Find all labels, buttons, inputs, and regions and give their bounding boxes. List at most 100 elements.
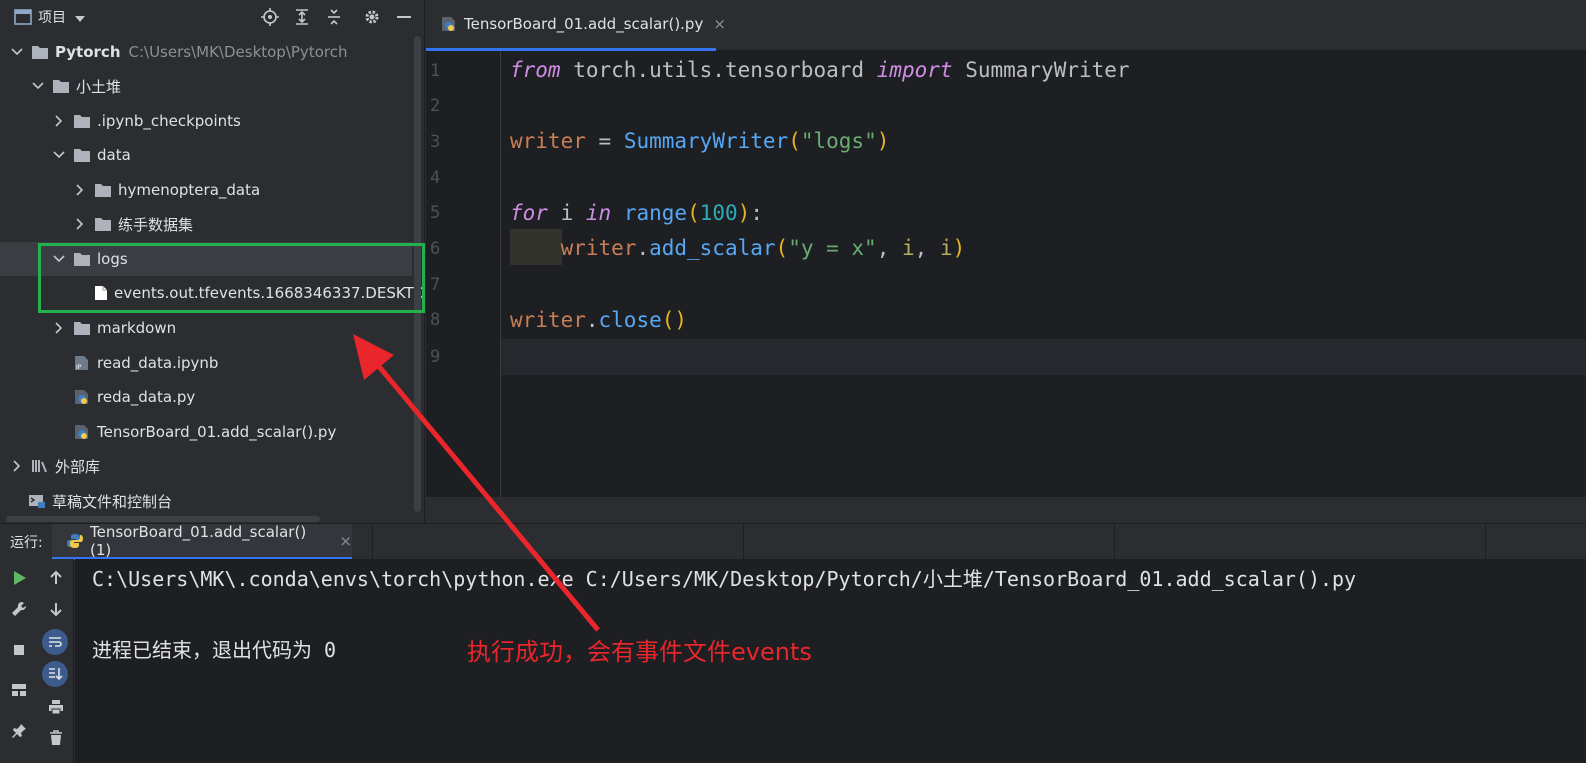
folder-icon bbox=[73, 113, 91, 129]
variable: writer bbox=[510, 129, 586, 153]
expand-all-icon[interactable] bbox=[289, 5, 315, 29]
tree-horizontal-scrollbar[interactable] bbox=[6, 516, 320, 522]
chevron-down-icon[interactable] bbox=[31, 79, 45, 93]
keyword-for: for bbox=[510, 201, 548, 225]
tree-item-label: 练手数据集 bbox=[118, 215, 194, 234]
paren: ) bbox=[737, 201, 751, 225]
chevron-down-icon[interactable] bbox=[10, 45, 24, 59]
line-number: 4 bbox=[430, 168, 441, 188]
tree-item-tensorboard-py[interactable]: TensorBoard_01.add_scalar().py bbox=[0, 415, 412, 449]
tree-item-label: reda_data.py bbox=[97, 388, 196, 406]
close-icon[interactable]: × bbox=[713, 15, 726, 33]
chevron-right-icon[interactable] bbox=[10, 459, 24, 473]
comma: , bbox=[914, 236, 928, 260]
code-line-5: for i in range(100): bbox=[510, 195, 763, 231]
stop-icon[interactable] bbox=[6, 637, 32, 663]
tree-item-practice-dataset[interactable]: 练手数据集 bbox=[0, 207, 412, 241]
trash-icon[interactable] bbox=[43, 725, 69, 751]
collapse-all-icon[interactable] bbox=[321, 5, 347, 29]
project-window-icon bbox=[14, 9, 32, 25]
operator: = bbox=[598, 129, 612, 153]
annotation-text: 执行成功，会有事件文件events bbox=[467, 638, 812, 666]
chevron-down-icon[interactable] bbox=[52, 148, 66, 162]
tree-item-label: 小土堆 bbox=[76, 77, 122, 96]
line-number: 7 bbox=[430, 275, 441, 295]
close-icon[interactable]: × bbox=[339, 532, 352, 550]
tree-item-label: Pytorch bbox=[55, 43, 121, 61]
tree-item-path: C:\Users\MK\Desktop\Pytorch bbox=[128, 43, 348, 61]
line-number: 2 bbox=[430, 96, 441, 116]
tree-item-label: 草稿文件和控制台 bbox=[52, 492, 173, 511]
keyword-in: in bbox=[585, 201, 612, 225]
line-number: 1 bbox=[430, 61, 441, 81]
python-file-icon bbox=[440, 16, 458, 32]
scroll-to-end-icon[interactable] bbox=[42, 661, 68, 687]
tree-item-label: data bbox=[97, 146, 131, 164]
hide-panel-icon[interactable] bbox=[391, 5, 417, 29]
gutter-divider bbox=[500, 51, 501, 497]
arrow-down-icon[interactable] bbox=[43, 596, 69, 622]
tree-item-label: read_data.ipynb bbox=[97, 354, 219, 372]
keyword-from: from bbox=[510, 58, 561, 82]
paren: ) bbox=[876, 129, 890, 153]
soft-wrap-icon[interactable] bbox=[42, 629, 68, 655]
line-number: 5 bbox=[430, 203, 441, 223]
folder-icon bbox=[73, 147, 91, 163]
code-line-1: from torch.utils.tensorboard import Summ… bbox=[510, 52, 1130, 88]
editor-tab-label: TensorBoard_01.add_scalar().py bbox=[464, 15, 704, 33]
layout-icon[interactable] bbox=[6, 677, 32, 703]
tree-item-ipynb-checkpoints[interactable]: .ipynb_checkpoints bbox=[0, 104, 412, 138]
pin-icon[interactable] bbox=[6, 718, 32, 744]
colon: : bbox=[750, 201, 763, 225]
tree-item-label: .ipynb_checkpoints bbox=[97, 112, 241, 130]
tree-item-label: markdown bbox=[97, 319, 177, 337]
tree-item-markdown[interactable]: markdown bbox=[0, 311, 412, 345]
code-line-3: writer = SummaryWriter("logs") bbox=[510, 123, 889, 159]
dot: . bbox=[636, 236, 650, 260]
locate-file-icon[interactable] bbox=[257, 5, 283, 29]
print-icon[interactable] bbox=[43, 694, 69, 720]
editor-tab-tensorboard-py[interactable]: TensorBoard_01.add_scalar().py × bbox=[426, 0, 726, 51]
folder-icon bbox=[52, 78, 70, 94]
tree-item-hymenoptera-data[interactable]: hymenoptera_data bbox=[0, 173, 412, 207]
run-tab[interactable]: TensorBoard_01.add_scalar() (1) × bbox=[52, 523, 352, 560]
library-icon bbox=[31, 458, 49, 474]
tree-item-data[interactable]: data bbox=[0, 138, 412, 172]
tree-item-label: hymenoptera_data bbox=[118, 181, 261, 199]
python-icon bbox=[66, 533, 84, 549]
chevron-right-icon[interactable] bbox=[52, 114, 66, 128]
tree-item-read-data-ipynb[interactable]: IP read_data.ipynb bbox=[0, 346, 412, 380]
comma: , bbox=[876, 236, 890, 260]
tree-item-reda-data-py[interactable]: reda_data.py bbox=[0, 380, 412, 414]
svg-text:IP: IP bbox=[76, 364, 82, 371]
arrow-up-icon[interactable] bbox=[43, 565, 69, 591]
console-command-line: C:\Users\MK\.conda\envs\torch\python.exe… bbox=[92, 567, 1357, 591]
run-toolbar-secondary bbox=[38, 559, 74, 763]
logs-highlight-box bbox=[38, 243, 425, 313]
dot: . bbox=[585, 308, 599, 332]
method-call: close bbox=[598, 308, 662, 332]
wrench-icon[interactable] bbox=[6, 596, 32, 622]
chevron-right-icon[interactable] bbox=[73, 183, 87, 197]
chevron-right-icon[interactable] bbox=[52, 321, 66, 335]
tree-item-pytorch[interactable]: Pytorch C:\Users\MK\Desktop\Pytorch bbox=[0, 35, 412, 69]
tree-item-scratches[interactable]: 草稿文件和控制台 bbox=[0, 484, 412, 518]
run-console[interactable]: C:\Users\MK\.conda\envs\torch\python.exe… bbox=[75, 559, 1586, 763]
folder-icon bbox=[31, 44, 49, 60]
variable: writer bbox=[510, 308, 586, 332]
tree-item-xiaotudui[interactable]: 小土堆 bbox=[0, 69, 412, 103]
paren: ) bbox=[952, 236, 966, 260]
project-view-selector[interactable]: 项目 bbox=[14, 7, 86, 27]
rerun-icon[interactable] bbox=[6, 565, 32, 591]
argument: i bbox=[939, 236, 953, 260]
tree-item-external-libraries[interactable]: 外部库 bbox=[0, 449, 412, 483]
line-number: 6 bbox=[430, 239, 441, 259]
line-number-gutter: 1 2 3 4 5 6 7 8 9 bbox=[426, 51, 500, 497]
python-file-icon bbox=[73, 424, 91, 440]
gear-icon[interactable] bbox=[359, 5, 385, 29]
header-divider bbox=[1114, 524, 1115, 560]
chevron-right-icon[interactable] bbox=[73, 217, 87, 231]
line-number: 8 bbox=[430, 310, 441, 330]
code-editor[interactable]: 1 2 3 4 5 6 7 8 9 from torch.utils.tenso… bbox=[426, 51, 1586, 497]
header-divider bbox=[743, 524, 744, 560]
